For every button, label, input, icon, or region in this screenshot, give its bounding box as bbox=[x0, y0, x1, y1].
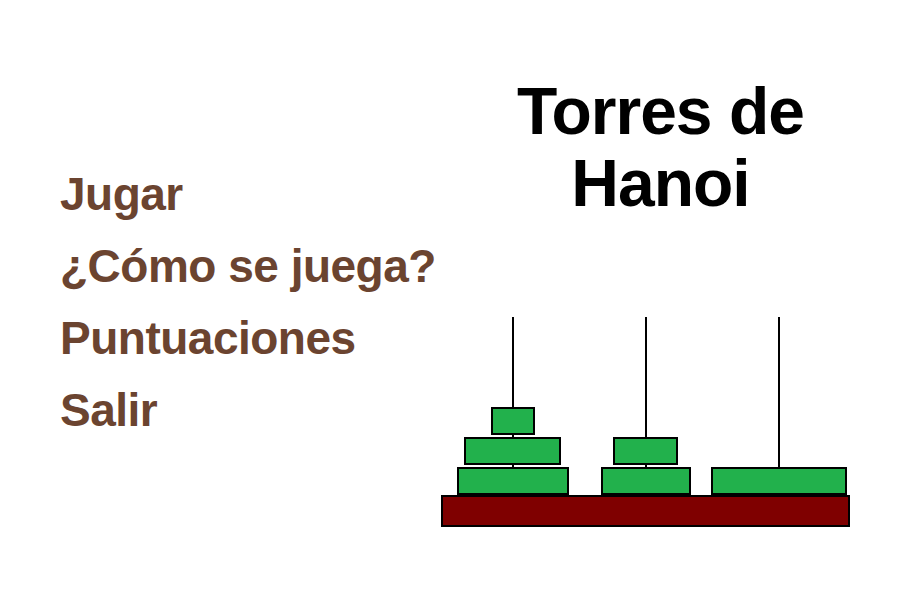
disk[interactable] bbox=[457, 467, 569, 495]
hanoi-illustration bbox=[441, 317, 850, 527]
disk[interactable] bbox=[464, 437, 561, 465]
menu-item[interactable]: Jugar bbox=[60, 158, 441, 230]
pegs bbox=[441, 317, 850, 495]
game-title: Torres deHanoi bbox=[441, 75, 850, 219]
menu-item[interactable]: ¿Cómo se juega? bbox=[60, 230, 441, 302]
peg[interactable] bbox=[712, 317, 845, 495]
peg[interactable] bbox=[579, 317, 712, 495]
title-line: Torres de bbox=[441, 75, 850, 147]
menu-item[interactable]: Salir bbox=[60, 374, 441, 446]
main-menu-screen: Jugar¿Cómo se juega?PuntuacionesSalir To… bbox=[0, 0, 900, 600]
title-line: Hanoi bbox=[441, 147, 850, 219]
menu-item[interactable]: Puntuaciones bbox=[60, 302, 441, 374]
peg[interactable] bbox=[446, 317, 579, 495]
main-menu: Jugar¿Cómo se juega?PuntuacionesSalir bbox=[0, 0, 441, 600]
disk[interactable] bbox=[601, 467, 691, 495]
disk[interactable] bbox=[491, 407, 535, 435]
disk[interactable] bbox=[711, 467, 847, 495]
disk[interactable] bbox=[613, 437, 678, 465]
title-panel: Torres deHanoi bbox=[441, 0, 850, 600]
tower-base bbox=[441, 495, 850, 527]
